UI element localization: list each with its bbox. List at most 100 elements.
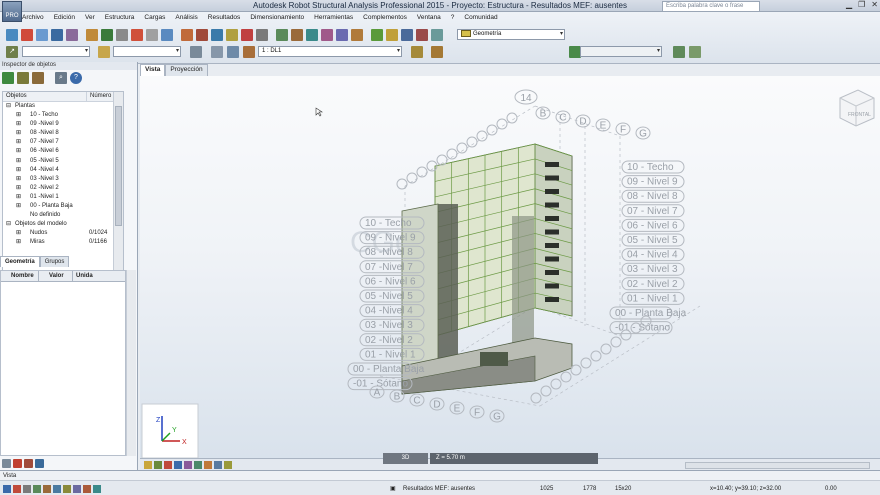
status-tool-icon[interactable] xyxy=(33,485,41,493)
tree-item[interactable]: No definido xyxy=(3,211,123,220)
menu-item[interactable]: Comunidad xyxy=(464,14,497,24)
load-case-combo[interactable]: 1 : DL1 ▾ xyxy=(258,46,402,57)
toolbar-tool-icon[interactable] xyxy=(146,29,158,41)
view-cube[interactable]: FRONTAL xyxy=(839,89,875,127)
mode-combo[interactable]: ▾ xyxy=(580,46,662,57)
menu-item[interactable]: Ver xyxy=(85,14,95,24)
toolbar-tool-icon[interactable] xyxy=(291,29,303,41)
tree-item[interactable]: ⊞ 04 -Nivel 4 xyxy=(3,166,123,175)
expander-icon[interactable]: ⊞ xyxy=(16,175,21,184)
case-settings-icon[interactable] xyxy=(411,46,423,58)
tab-proyeccion[interactable]: Proyección xyxy=(165,64,208,76)
tree-item[interactable]: ⊞ 10 - Techo xyxy=(3,111,123,120)
tree-item[interactable]: ⊞ 06 -Nivel 6 xyxy=(3,147,123,156)
case-manager-icon[interactable] xyxy=(431,46,443,58)
filter2-icon[interactable] xyxy=(17,72,29,84)
view-option-icon[interactable] xyxy=(154,461,162,469)
tab-geometry[interactable]: Geometría xyxy=(0,256,40,267)
col-name[interactable]: Nombre xyxy=(1,271,39,281)
toolbar-tool-icon[interactable] xyxy=(51,29,63,41)
col-objects[interactable]: Objetos xyxy=(3,92,87,101)
view-option-icon[interactable] xyxy=(184,461,192,469)
menu-item[interactable]: ? xyxy=(451,14,455,24)
expander-icon[interactable]: ⊞ xyxy=(16,193,21,202)
view-option-icon[interactable] xyxy=(204,461,212,469)
load-icon[interactable] xyxy=(243,46,255,58)
bar-selection-combo[interactable]: ▾ xyxy=(113,46,181,57)
expander-icon[interactable]: ⊞ xyxy=(16,147,21,156)
status-tool-icon[interactable] xyxy=(23,485,31,493)
tool-a-icon[interactable] xyxy=(2,459,11,468)
tree-item[interactable]: ⊞ 02 -Nivel 2 xyxy=(3,184,123,193)
tree-item[interactable]: ⊟ Objetos del modelo xyxy=(3,220,123,229)
view-option-icon[interactable] xyxy=(224,461,232,469)
toolbar-tool-icon[interactable] xyxy=(276,29,288,41)
tab-groups[interactable]: Grupos xyxy=(39,256,70,267)
tool-b-icon[interactable] xyxy=(13,459,22,468)
tree-item[interactable]: ⊞ Miras 0/1166 xyxy=(3,238,123,247)
status-tool-icon[interactable] xyxy=(83,485,91,493)
toolbar-tool-icon[interactable] xyxy=(416,29,428,41)
view-option-icon[interactable] xyxy=(174,461,182,469)
tree-item[interactable]: ⊞ Nudos 0/1024 xyxy=(3,229,123,238)
tree-item[interactable]: ⊞ 07 -Nivel 7 xyxy=(3,138,123,147)
toolbar-tool-icon[interactable] xyxy=(306,29,318,41)
selection-tool-icon[interactable] xyxy=(98,46,110,58)
toolbar-tool-icon[interactable] xyxy=(256,29,268,41)
status-tool-icon[interactable] xyxy=(93,485,101,493)
tree-item[interactable]: ⊞ 09 -Nivel 9 xyxy=(3,120,123,129)
col-unit[interactable]: Unida xyxy=(73,271,93,281)
menu-item[interactable]: Herramientas xyxy=(314,14,353,24)
search-input[interactable]: Escriba palabra clave o frase xyxy=(662,1,760,12)
help-icon[interactable]: ? xyxy=(70,72,82,84)
model-viewport[interactable]: CGer.com xyxy=(140,76,880,458)
expander-icon[interactable]: ⊞ xyxy=(16,138,21,147)
menu-item[interactable]: Ventana xyxy=(417,14,441,24)
search-icon[interactable]: ⌕ xyxy=(55,72,67,84)
toolbar-tool-icon[interactable] xyxy=(211,29,223,41)
frame2-icon[interactable] xyxy=(689,46,701,58)
status-tool-icon[interactable] xyxy=(13,485,21,493)
display-icon[interactable] xyxy=(211,46,223,58)
expander-icon[interactable]: ⊞ xyxy=(16,238,21,247)
tree-scrollbar[interactable] xyxy=(113,92,123,276)
expander-icon[interactable]: ⊞ xyxy=(16,184,21,193)
toolbar-tool-icon[interactable] xyxy=(431,29,443,41)
tree-item[interactable]: ⊟ Plantas xyxy=(3,102,123,111)
app-menu-button[interactable]: PRO xyxy=(2,1,22,22)
z-level-display[interactable]: Z = 5.70 m xyxy=(430,453,598,464)
status-tool-icon[interactable] xyxy=(43,485,51,493)
toolbar-tool-icon[interactable] xyxy=(196,29,208,41)
tree-item[interactable]: ⊞ 00 - Planta Baja xyxy=(3,202,123,211)
status-tool-icon[interactable] xyxy=(3,485,11,493)
view-option-icon[interactable] xyxy=(194,461,202,469)
toolbar-tool-icon[interactable] xyxy=(86,29,98,41)
tree-item[interactable]: ⊞ 08 -Nivel 8 xyxy=(3,129,123,138)
filter-icon[interactable] xyxy=(2,72,14,84)
close-icon[interactable]: ✕ xyxy=(871,0,878,12)
tree-item[interactable]: ⊞ 03 -Nivel 3 xyxy=(3,175,123,184)
expander-icon[interactable]: ⊞ xyxy=(16,202,21,211)
toolbar-tool-icon[interactable] xyxy=(161,29,173,41)
view-option-icon[interactable] xyxy=(164,461,172,469)
toolbar-tool-icon[interactable] xyxy=(321,29,333,41)
menu-item[interactable]: Complementos xyxy=(363,14,407,24)
cases-icon[interactable] xyxy=(190,46,202,58)
toolbar-tool-icon[interactable] xyxy=(351,29,363,41)
view-mode-badge[interactable]: 3D xyxy=(383,453,428,464)
toolbar-tool-icon[interactable] xyxy=(66,29,78,41)
expander-icon[interactable]: ⊞ xyxy=(16,157,21,166)
toolbar-tool-icon[interactable] xyxy=(371,29,383,41)
expander-icon[interactable]: ⊞ xyxy=(16,166,21,175)
toolbar-tool-icon[interactable] xyxy=(181,29,193,41)
tree-item[interactable]: ⊞ 01 -Nivel 1 xyxy=(3,193,123,202)
toolbar-tool-icon[interactable] xyxy=(101,29,113,41)
toolbar-tool-icon[interactable] xyxy=(336,29,348,41)
menu-item[interactable]: Archivo xyxy=(22,14,44,24)
toolbar-tool-icon[interactable] xyxy=(401,29,413,41)
tree-item[interactable]: ⊞ 05 -Nivel 5 xyxy=(3,157,123,166)
scroll-thumb[interactable] xyxy=(115,106,122,226)
expander-icon[interactable]: ⊞ xyxy=(16,229,21,238)
minimize-icon[interactable]: ▁ xyxy=(846,0,852,12)
props-scrollbar[interactable] xyxy=(126,270,136,456)
